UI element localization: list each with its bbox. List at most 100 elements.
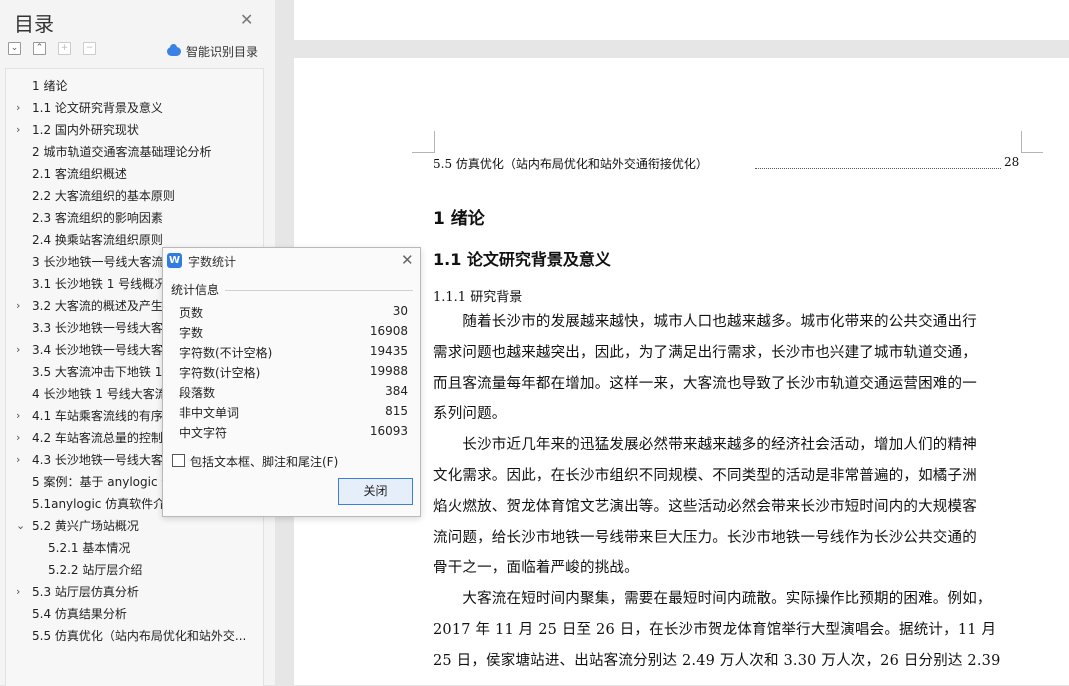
toc-item[interactable]: 2.2 大客流组织的基本原则 bbox=[6, 185, 258, 207]
chevron-right-icon[interactable]: › bbox=[16, 427, 20, 449]
toc-item-label: 2.2 大客流组织的基本原则 bbox=[32, 189, 175, 203]
toc-item-label: 1.2 国内外研究现状 bbox=[32, 123, 139, 137]
stat-value: 16093 bbox=[369, 424, 408, 438]
heading-2: 1.1 论文研究背景及意义 bbox=[433, 250, 611, 269]
toc-item[interactable]: 5.2.1 基本情况 bbox=[6, 537, 258, 559]
toc-item[interactable]: 2 城市轨道交通客流基础理论分析 bbox=[6, 141, 258, 163]
toc-item-label: 1.1 论文研究背景及意义 bbox=[32, 101, 163, 115]
paragraph-line: 骨干之一，面临着严峻的挑战。 bbox=[433, 560, 639, 577]
toc-item[interactable]: 2.1 客流组织概述 bbox=[6, 163, 258, 185]
stat-label: 段落数 bbox=[179, 386, 216, 400]
toc-item-label: 4.1 车站乘客流线的有序 bbox=[32, 409, 163, 423]
toc-item[interactable]: 5.4 仿真结果分析 bbox=[6, 603, 258, 625]
paragraph-line: 大客流在短时间内聚集，需要在最短时间内疏散。实际操作比预期的困难。例如， bbox=[433, 591, 992, 608]
previous-page bbox=[294, 0, 1069, 40]
toc-item-label: 2 城市轨道交通客流基础理论分析 bbox=[32, 145, 212, 159]
paragraph-line: 长沙市近几年来的迅猛发展必然带来越来越多的经济社会活动，增加人们的精神 bbox=[433, 437, 977, 454]
chevron-right-icon[interactable]: › bbox=[16, 405, 20, 427]
section-divider bbox=[225, 290, 413, 291]
stats-section-label: 统计信息 bbox=[171, 283, 220, 297]
paragraph-line: 随着长沙市的发展越来越快，城市人口也越来越多。城市化带来的公共交通出行 bbox=[433, 314, 977, 330]
include-textbox-checkbox[interactable] bbox=[172, 454, 185, 467]
dialog-title: 字数统计 bbox=[188, 255, 237, 269]
toc-item-label: 3.2 大客流的概述及产生 bbox=[32, 299, 163, 313]
stat-label: 字符数(不计空格) bbox=[179, 346, 273, 360]
chevron-right-icon[interactable]: › bbox=[16, 581, 20, 603]
paragraph-line: 流问题，给长沙市地铁一号线带来巨大压力。长沙市地铁一号线作为长沙公共交通的 bbox=[433, 529, 977, 546]
heading-1: 1 绪论 bbox=[433, 209, 485, 229]
toc-item-label: 2.4 换乘站客流组织原则 bbox=[32, 233, 163, 247]
toc-item-label: 2.1 客流组织概述 bbox=[32, 167, 127, 181]
toc-item[interactable]: › 1.1 论文研究背景及意义 bbox=[6, 97, 258, 119]
crop-mark bbox=[1021, 152, 1043, 153]
heading-3: 1.1.1 研究背景 bbox=[433, 290, 523, 305]
toc-item-label: 5.4 仿真结果分析 bbox=[32, 607, 127, 621]
toc-item[interactable]: 5.2.2 站厅层介绍 bbox=[6, 559, 258, 581]
paragraph-line: 25 日，侯家塘站进、出站客流分别达 2.49 万人次和 3.30 万人次，26… bbox=[433, 652, 1001, 669]
toc-item[interactable]: ⌄ 5.2 黄兴广场站概况 bbox=[6, 515, 258, 537]
chevron-right-icon[interactable]: › bbox=[16, 119, 20, 141]
include-textbox-label[interactable]: 包括文本框、脚注和尾注(F) bbox=[190, 453, 338, 470]
remove-heading-icon[interactable]: − bbox=[83, 42, 96, 55]
wps-logo-icon: W bbox=[167, 253, 182, 268]
stat-label: 字符数(计空格) bbox=[179, 366, 261, 380]
smart-identify-button[interactable]: 智能识别目录 bbox=[167, 43, 258, 60]
toc-item-label: 3.4 长沙地铁一号线大客 bbox=[32, 343, 163, 357]
toc-item[interactable]: 1 绪论 bbox=[6, 75, 258, 97]
cloud-icon bbox=[167, 44, 181, 56]
toc-item-label: 4 长沙地铁 1 号线大客流 bbox=[32, 387, 167, 401]
chevron-right-icon[interactable]: › bbox=[16, 295, 20, 317]
toc-item-label: 3.1 长沙地铁 1 号线概况 bbox=[32, 277, 167, 291]
stat-value: 19435 bbox=[369, 344, 408, 358]
toc-item-label: 3 长沙地铁一号线大客流 bbox=[32, 255, 164, 269]
toc-item-label: 3.3 长沙地铁一号线大客 bbox=[32, 321, 163, 335]
paragraph-line: 系列问题。 bbox=[433, 406, 507, 423]
toc-item-label: 5.2 黄兴广场站概况 bbox=[32, 519, 139, 533]
crop-mark bbox=[412, 152, 434, 153]
stat-value: 384 bbox=[385, 384, 408, 398]
crop-mark bbox=[434, 131, 435, 153]
toc-item-label: 5.2.2 站厅层介绍 bbox=[48, 563, 143, 577]
chevron-right-icon[interactable]: › bbox=[16, 449, 20, 471]
paragraph-line: 焰火燃放、贺龙体育馆文艺演出等。这些活动必然会带来长沙市短时间内的大规模客 bbox=[433, 498, 977, 515]
toc-item-label: 5.1anylogic 仿真软件介绍 bbox=[32, 497, 178, 511]
stat-value: 16908 bbox=[369, 324, 408, 338]
stat-value: 815 bbox=[385, 404, 408, 418]
toc-item-label: 5.5 仿真优化（站内布局优化和站外交... bbox=[32, 629, 247, 643]
toc-item-label: 1 绪论 bbox=[32, 79, 68, 93]
toc-item-label: 2.3 客流组织的影响因素 bbox=[32, 211, 163, 225]
close-button[interactable]: 关闭 bbox=[338, 478, 413, 505]
stat-label: 字数 bbox=[179, 326, 204, 340]
stat-label: 页数 bbox=[179, 306, 204, 320]
toc-entry-text[interactable]: 5.5 仿真优化（站内布局优化和站外交通衔接优化） bbox=[433, 155, 708, 172]
add-heading-icon[interactable]: + bbox=[58, 42, 71, 55]
expand-up-icon[interactable]: ⌃ bbox=[33, 42, 46, 55]
toc-item-label: 5.2.1 基本情况 bbox=[48, 541, 131, 555]
toc-item[interactable]: 5.5 仿真优化（站内布局优化和站外交... bbox=[6, 625, 258, 647]
toc-item[interactable]: › 1.2 国内外研究现状 bbox=[6, 119, 258, 141]
stat-value: 19988 bbox=[369, 364, 408, 378]
toc-item-label: 3.5 大客流冲击下地铁 1 bbox=[32, 365, 163, 379]
chevron-right-icon[interactable]: › bbox=[16, 339, 20, 361]
dialog-titlebar[interactable]: W 字数统计 ✕ bbox=[163, 248, 420, 274]
toc-item-label: 4.2 车站客流总量的控制 bbox=[32, 431, 163, 445]
toc-entry-page: 28 bbox=[1004, 155, 1020, 169]
chevron-right-icon[interactable]: › bbox=[16, 97, 20, 119]
paragraph-line: 需求问题也越来越突出，因此，为了满足出行需求，长沙市也兴建了城市轨道交通， bbox=[433, 344, 977, 361]
word-count-dialog: W 字数统计 ✕ 统计信息 页数 30 字数 16908 字符数(不计空格) 19435 字… bbox=[162, 247, 421, 517]
stat-value: 30 bbox=[392, 304, 408, 318]
close-icon[interactable]: ✕ bbox=[401, 251, 414, 269]
toc-leader-dots bbox=[755, 168, 1001, 169]
chevron-down-icon[interactable]: ⌄ bbox=[16, 515, 25, 537]
stat-label: 非中文单词 bbox=[179, 406, 240, 420]
toc-item[interactable]: 2.3 客流组织的影响因素 bbox=[6, 207, 258, 229]
paragraph-line: 2017 年 11 月 25 日至 26 日，在长沙市贺龙体育馆举行大型演唱会。… bbox=[433, 622, 997, 638]
collapse-all-icon[interactable]: ⌄ bbox=[8, 42, 21, 55]
toc-item-label: 5.3 站厅层仿真分析 bbox=[32, 585, 139, 599]
crop-mark bbox=[1021, 131, 1022, 153]
smart-identify-label: 智能识别目录 bbox=[186, 45, 259, 59]
toc-item-label: 5 案例：基于 anylogic 仿 bbox=[32, 475, 174, 489]
paragraph-line: 文化需求。因此，在长沙市组织不同规模、不同类型的活动是非常普遍的，如橘子洲 bbox=[433, 468, 977, 484]
close-icon[interactable]: ✕ bbox=[240, 10, 253, 29]
toc-item[interactable]: › 5.3 站厅层仿真分析 bbox=[6, 581, 258, 603]
